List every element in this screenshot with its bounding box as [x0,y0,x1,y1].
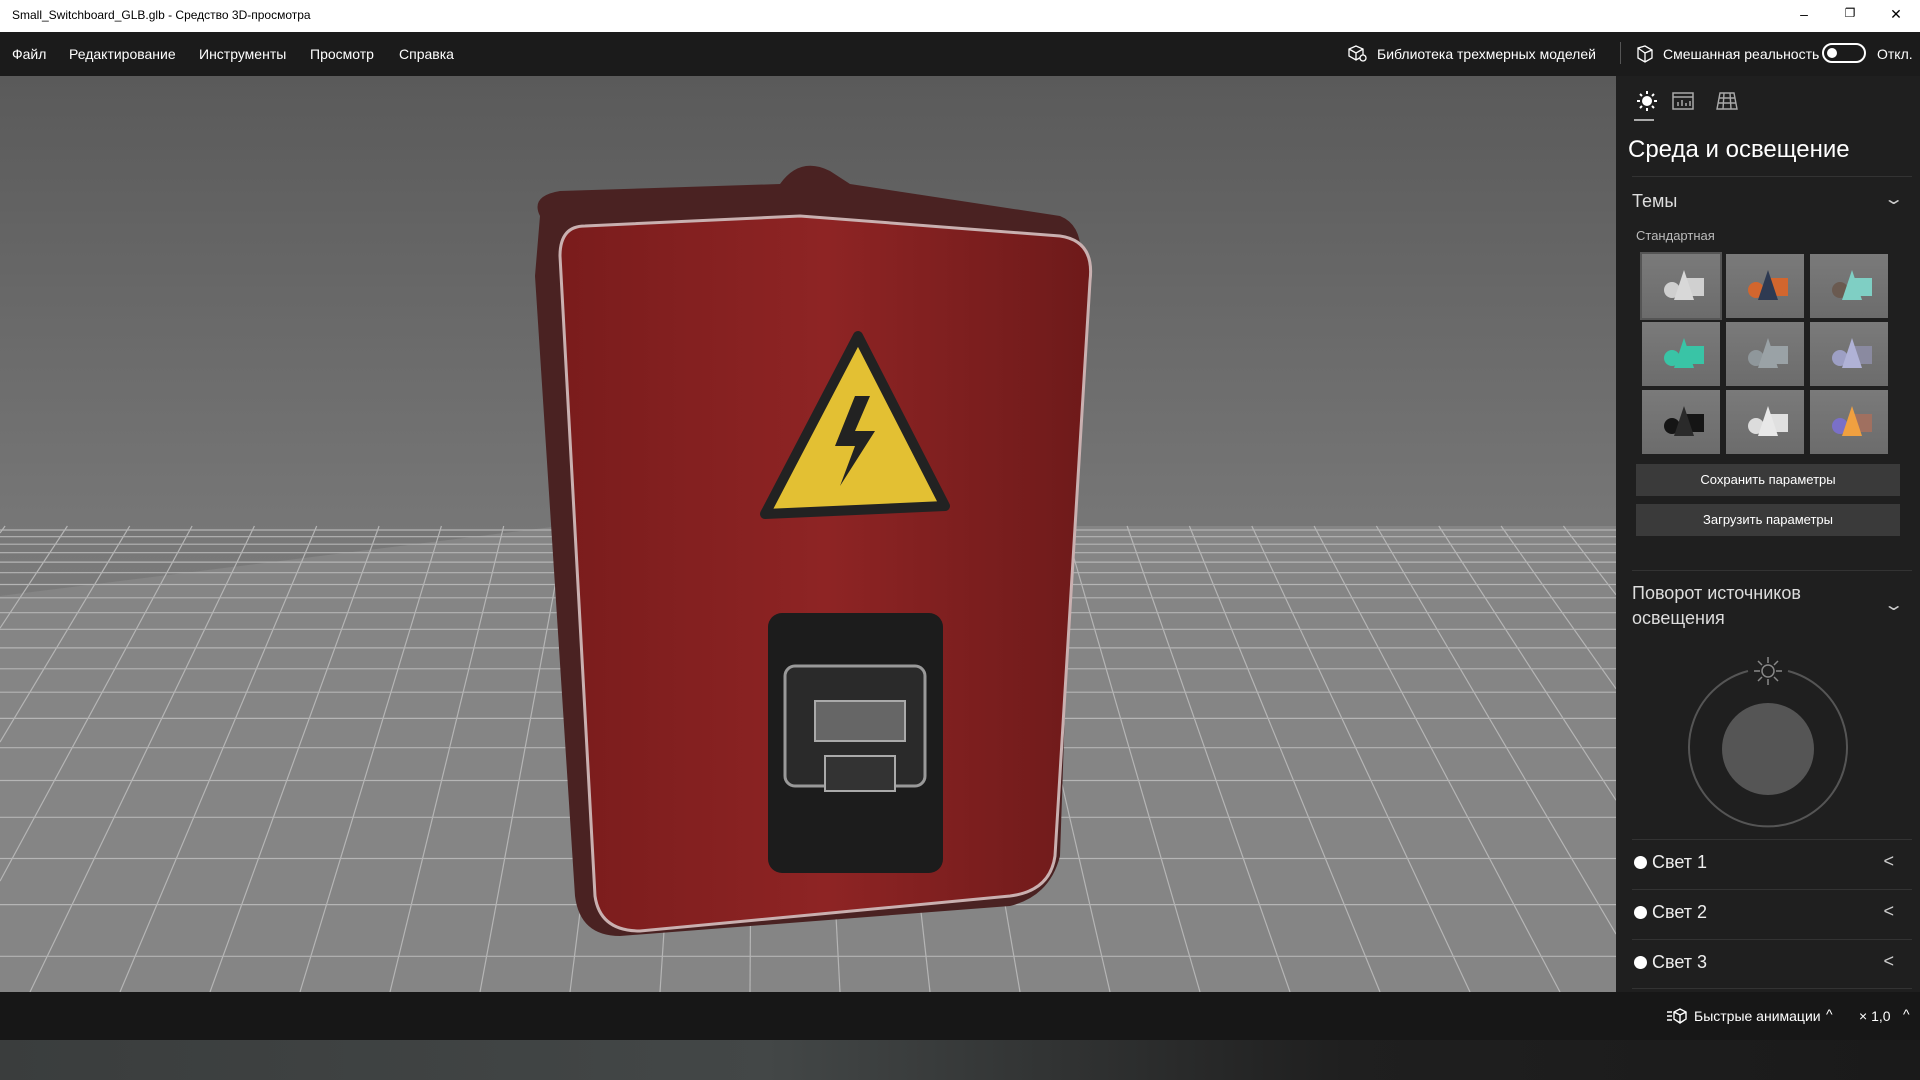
toggle-knob [1827,48,1837,58]
theme-thumbnail-6[interactable] [1810,322,1888,386]
cone-shape [1674,338,1694,368]
environment-panel: Среда и освещение Темы ⌄ Стандартная Сох… [1616,76,1920,992]
cube-search-icon [1348,45,1367,62]
panel-title: Среда и освещение [1628,136,1850,163]
light-3-row[interactable]: Свет 3 < [1632,939,1912,989]
speed-button[interactable]: × 1,0 ^ [1859,1006,1915,1028]
chevron-left-icon: < [1883,901,1894,921]
light-color-dot [1634,906,1647,919]
theme-thumbnail-9[interactable] [1810,390,1888,454]
light-rotation-label: Поворот источников освещения [1632,583,1801,628]
speed-label: × 1,0 [1859,1008,1891,1024]
quick-animations-button[interactable]: Быстрые анимации ^ [1666,1006,1838,1028]
chevron-down-icon: ⌄ [1882,191,1905,208]
menu-edit[interactable]: Редактирование [69,46,176,62]
toggle-state-label: Откл. [1877,46,1913,62]
quick-animations-label: Быстрые анимации [1694,1008,1821,1024]
3d-viewport[interactable] [0,76,1616,992]
bottom-bar: Быстрые анимации ^ × 1,0 ^ [0,992,1920,1040]
theme-thumbnail-5[interactable] [1726,322,1804,386]
sun-handle-icon [1754,657,1782,685]
light-sphere[interactable] [1722,703,1814,795]
stats-tab-icon[interactable] [1672,92,1694,110]
light-color-dot [1634,956,1647,969]
theme-thumbnail-8[interactable] [1726,390,1804,454]
taskbar-blurred [0,1040,1920,1080]
window-title: Small_Switchboard_GLB.glb - Средство 3D-… [12,8,311,22]
light-rotation-header[interactable]: Поворот источников освещения ⌄ [1632,581,1912,635]
cone-shape [1758,338,1778,368]
library-label: Библиотека трехмерных моделей [1377,46,1596,62]
active-tab-indicator [1634,119,1654,121]
title-bar: Small_Switchboard_GLB.glb - Средство 3D-… [0,0,1920,32]
load-settings-button[interactable]: Загрузить параметры [1636,504,1900,536]
chevron-left-icon: < [1883,851,1894,871]
model-scene [0,165,1616,992]
light-label: Свет 2 [1652,902,1708,922]
light-label: Свет 3 [1652,952,1708,972]
menu-divider [1620,42,1621,64]
mixed-reality-icon [1637,45,1653,63]
light-label: Свет 1 [1652,852,1708,872]
mixed-reality-label: Смешанная реальность [1663,46,1820,62]
theme-thumbnail-1[interactable] [1640,252,1722,320]
theme-thumbnail-4[interactable] [1642,322,1720,386]
theme-thumbnail-7[interactable] [1642,390,1720,454]
menu-file[interactable]: Файл [12,46,46,62]
theme-thumbnail-2[interactable] [1726,254,1804,318]
menu-view[interactable]: Просмотр [310,46,374,62]
minimize-button[interactable]: – [1794,6,1814,22]
divider [1632,988,1912,989]
light-color-dot [1634,856,1647,869]
cone-shape [1758,406,1778,436]
menu-help[interactable]: Справка [399,46,454,62]
restore-button[interactable]: ❐ [1840,6,1860,20]
chevron-down-icon: ⌄ [1882,597,1905,614]
cone-shape [1674,270,1694,300]
animation-cube-icon [1667,1008,1687,1024]
theme-group-label: Стандартная [1636,228,1715,243]
light-2-row[interactable]: Свет 2 < [1632,889,1912,939]
cone-shape [1842,270,1862,300]
themes-header[interactable]: Темы ⌄ [1632,191,1912,217]
themes-label: Темы [1632,191,1678,211]
cone-shape [1842,338,1862,368]
close-button[interactable]: ✕ [1886,6,1906,23]
switchboard-model [535,165,1093,936]
theme-thumbnail-3[interactable] [1810,254,1888,318]
cone-shape [1842,406,1862,436]
cone-shape [1674,406,1694,436]
mixed-reality-toggle[interactable] [1822,43,1866,63]
divider [1632,176,1912,177]
menu-tools[interactable]: Инструменты [199,46,286,62]
chevron-left-icon: < [1883,951,1894,971]
save-settings-button[interactable]: Сохранить параметры [1636,464,1900,496]
chevron-up-icon: ^ [1826,1006,1833,1022]
sun-tab-icon[interactable] [1636,90,1658,112]
light-1-row[interactable]: Свет 1 < [1632,839,1912,889]
menu-bar: Файл Редактирование Инструменты Просмотр… [0,32,1920,76]
grid-tab-icon[interactable] [1716,92,1738,110]
chevron-up-icon: ^ [1903,1006,1910,1022]
cone-shape [1758,270,1778,300]
light-rotation-dial[interactable] [1676,641,1860,837]
divider [1632,570,1912,571]
